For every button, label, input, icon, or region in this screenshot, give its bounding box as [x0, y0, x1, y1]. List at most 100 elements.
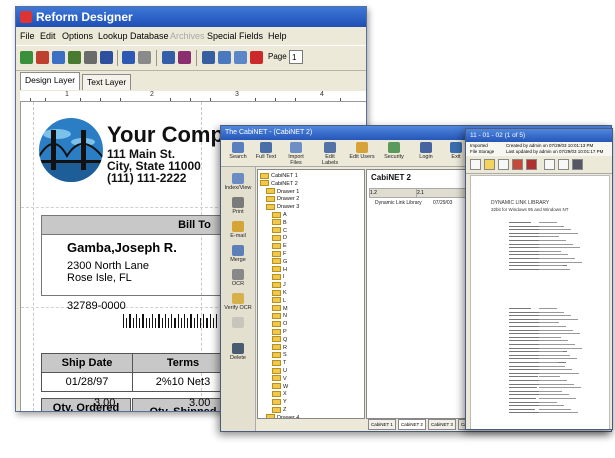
menu-lookup-database[interactable]: Lookup Database [98, 27, 169, 45]
tree-drawer[interactable]: Drawer 4 [266, 414, 299, 418]
tree-folder[interactable]: R [272, 344, 287, 352]
tree-folder[interactable]: P [272, 328, 287, 336]
tree-folder[interactable]: O [272, 320, 287, 328]
undo-icon[interactable] [122, 51, 135, 64]
text-line [539, 268, 570, 270]
tree-folder[interactable]: D [272, 234, 287, 242]
text-line [539, 232, 578, 234]
text-line [539, 318, 578, 320]
text-line [539, 236, 559, 238]
company-phone: (111) 111-2222 [107, 171, 187, 185]
security-button[interactable]: Security [381, 142, 407, 160]
open-icon[interactable] [36, 51, 49, 64]
tree-folder[interactable]: C [272, 227, 287, 235]
tree-folder[interactable]: Q [272, 336, 287, 344]
tab-design-layer[interactable]: Design Layer [20, 72, 81, 90]
tree-folder[interactable]: Y [272, 398, 287, 406]
page-next-icon[interactable] [558, 159, 569, 170]
viewer-title-bar[interactable]: 11 - 01 - 02 (1 of 5) [466, 129, 612, 142]
tree-folder[interactable]: N [272, 312, 287, 320]
abc-icon[interactable] [84, 51, 97, 64]
bottom-tab-cabinet-2[interactable]: CabiNET 2 [398, 419, 426, 430]
full-text-button[interactable]: Full Text [253, 142, 279, 160]
tree-folder[interactable]: V [272, 375, 287, 383]
grid-icon[interactable] [100, 51, 113, 64]
folder-icon [272, 266, 281, 273]
menu-help[interactable]: Help [268, 27, 287, 45]
tree-folder[interactable]: L [272, 297, 286, 305]
highlight-icon[interactable] [484, 159, 495, 170]
page-view-icon[interactable] [572, 159, 583, 170]
merge-button[interactable]: Merge [223, 245, 253, 263]
tab-text-layer[interactable]: Text Layer [82, 74, 132, 90]
tree-folder[interactable]: Z [272, 406, 286, 414]
stamp-icon[interactable] [512, 159, 523, 170]
text-line [509, 247, 542, 249]
tree-drawer[interactable]: Drawer 2 [266, 195, 299, 203]
tree-folder[interactable]: J [272, 281, 286, 289]
table-icon[interactable] [162, 51, 175, 64]
bottom-tab-cabinet-3[interactable]: CabiNET 3 [428, 419, 456, 430]
delete-icon[interactable] [250, 51, 263, 64]
email-button[interactable]: E-mail [223, 221, 253, 239]
tree-drawer[interactable]: Drawer 1 [266, 188, 299, 196]
new-icon[interactable] [20, 51, 33, 64]
menu-options[interactable]: Options [62, 27, 93, 45]
folder-icon [272, 242, 281, 249]
book-icon[interactable] [178, 51, 191, 64]
tree-cabinet[interactable]: CabiNET 2 [260, 180, 298, 188]
tree-folder[interactable]: B [272, 219, 287, 227]
copy-icon[interactable] [218, 51, 231, 64]
list-item-date[interactable]: 07/29/03 [433, 200, 452, 206]
menu-edit[interactable]: Edit [40, 27, 56, 45]
tree-folder[interactable]: H [272, 266, 287, 274]
pointer-icon[interactable] [470, 159, 481, 170]
folder-icon [260, 180, 269, 187]
zoom-icon[interactable] [498, 159, 509, 170]
login-button[interactable]: Login [413, 142, 439, 160]
tree-folder[interactable]: X [272, 390, 287, 398]
cabinet-tree[interactable]: CabiNET 1 CabiNET 2 Drawer 1 Drawer 2 Drawer… [257, 169, 365, 419]
column-header-2[interactable]: 2.1 [416, 188, 466, 198]
tree-folder[interactable]: F [272, 250, 286, 258]
page-input[interactable]: 1 [289, 50, 303, 64]
tree-cabinet[interactable]: CabiNET 1 [260, 172, 298, 180]
tree-folder[interactable]: M [272, 305, 288, 313]
redact-icon[interactable] [526, 159, 537, 170]
tree-folder[interactable]: U [272, 367, 287, 375]
tree-folder[interactable]: S [272, 351, 287, 359]
ocr-button[interactable]: OCR [223, 269, 253, 287]
tree-folder[interactable]: I [272, 273, 285, 281]
save-icon[interactable] [52, 51, 65, 64]
tree-folder[interactable]: A [272, 211, 287, 219]
verify-ocr-button[interactable]: Verify OCR [223, 293, 253, 311]
redo-icon[interactable] [138, 51, 151, 64]
info-updated: Last updated by admin on 07/29/03 10:01:… [506, 149, 604, 154]
tree-folder[interactable]: T [272, 359, 286, 367]
import-files-button[interactable]: Import Files [283, 142, 309, 166]
column-header-1[interactable]: 1.2 [369, 188, 417, 198]
list-item-name[interactable]: Dynamic Link Library [375, 200, 422, 206]
tree-folder[interactable]: W [272, 383, 288, 391]
delete-doc-button[interactable]: Delete [223, 343, 253, 361]
edit-labels-button[interactable]: Edit Labels [317, 142, 343, 166]
index-view-button[interactable]: Index/View [223, 173, 253, 191]
paste-icon[interactable] [234, 51, 247, 64]
menu-special-fields[interactable]: Special Fields [207, 27, 263, 45]
text-line [539, 311, 564, 313]
tree-folder[interactable]: E [272, 242, 287, 250]
reform-title-bar[interactable]: Reform Designer [16, 7, 366, 27]
menu-file[interactable]: File [20, 27, 35, 45]
edit-users-button[interactable]: Edit Users [349, 142, 375, 160]
text-line [539, 405, 564, 407]
tree-drawer[interactable]: Drawer 3 [266, 203, 299, 211]
page-prev-icon[interactable] [544, 159, 555, 170]
print-button[interactable]: Print [223, 197, 253, 215]
bottom-tab-cabinet-1[interactable]: CabiNET 1 [368, 419, 396, 430]
tree-folder[interactable]: G [272, 258, 287, 266]
search-button[interactable]: Search [225, 142, 251, 160]
tree-folder[interactable]: K [272, 289, 287, 297]
text-line [539, 254, 568, 256]
layout-icon[interactable] [68, 51, 81, 64]
cut-icon[interactable] [202, 51, 215, 64]
